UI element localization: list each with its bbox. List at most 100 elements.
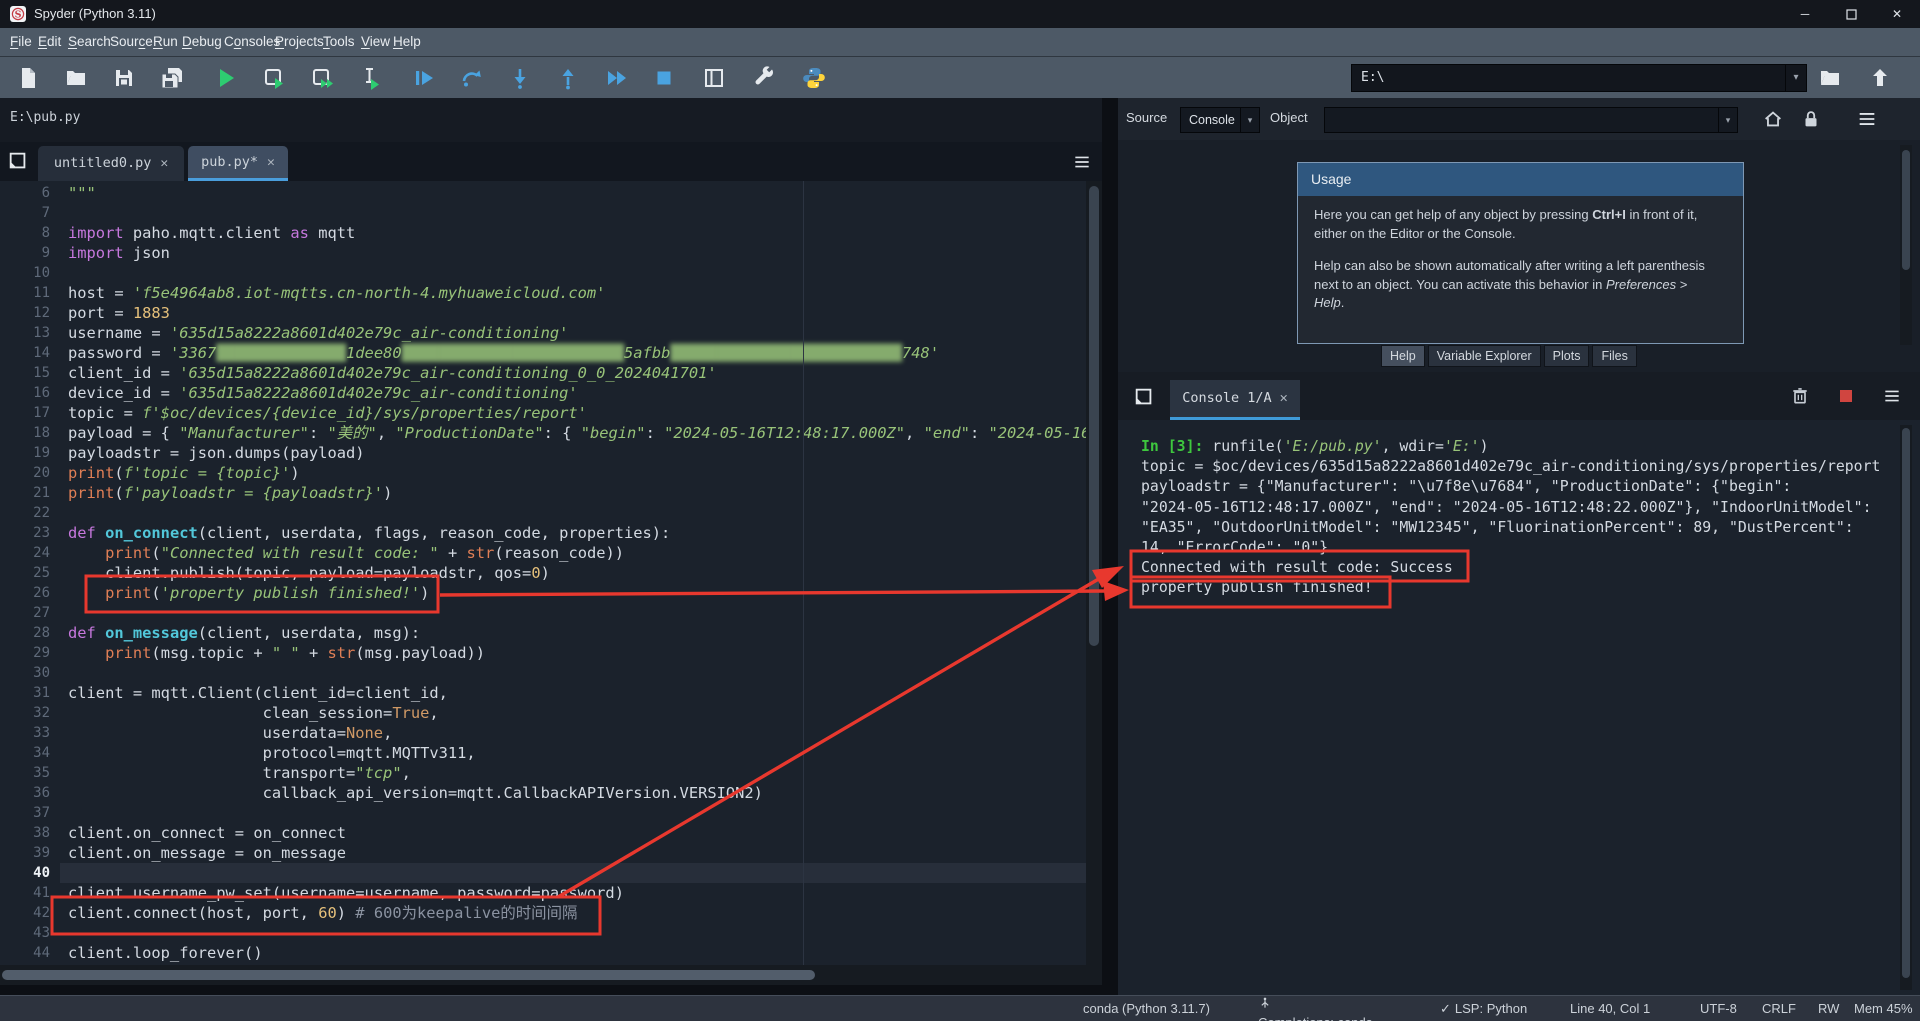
line-number[interactable]: 19 <box>0 443 60 463</box>
remove-variables-icon[interactable] <box>1790 386 1810 406</box>
pane-tab-plots[interactable]: Plots <box>1544 345 1590 367</box>
menu-item-file[interactable]: File <box>10 28 32 56</box>
maximize-pane-icon[interactable] <box>700 64 728 92</box>
debug-file-icon[interactable] <box>410 64 438 92</box>
line-number[interactable]: 28 <box>0 623 60 643</box>
line-number[interactable]: 12 <box>0 303 60 323</box>
open-file-icon[interactable] <box>62 64 90 92</box>
run-icon[interactable] <box>212 64 240 92</box>
new-file-icon[interactable] <box>14 64 42 92</box>
menu-item-source[interactable]: Source <box>110 28 153 56</box>
line-number[interactable]: 27 <box>0 603 60 623</box>
code-line-25[interactable]: 25 client.publish(topic, payload=payload… <box>0 563 1102 583</box>
code-line-14[interactable]: 14password = '3367██████████████1dee80██… <box>0 343 1102 363</box>
code-line-20[interactable]: 20print(f'topic = {topic}') <box>0 463 1102 483</box>
minimize-button[interactable]: ─ <box>1782 0 1828 28</box>
line-number[interactable]: 43 <box>0 923 60 943</box>
editor-tab-pub.py[interactable]: pub.py*✕ <box>188 146 288 181</box>
line-number[interactable]: 29 <box>0 643 60 663</box>
code-line-6[interactable]: 6""" <box>0 183 1102 203</box>
line-number[interactable]: 40 <box>0 863 60 883</box>
tab-close-icon[interactable]: ✕ <box>267 155 275 170</box>
code-line-30[interactable]: 30 <box>0 663 1102 683</box>
menu-item-debug[interactable]: Debug <box>182 28 222 56</box>
pane-tab-files[interactable]: Files <box>1592 345 1636 367</box>
code-line-8[interactable]: 8import paho.mqtt.client as mqtt <box>0 223 1102 243</box>
code-editor[interactable]: 6"""78import paho.mqtt.client as mqtt9im… <box>0 181 1102 965</box>
code-line-18[interactable]: 18payload = { "Manufacturer": "美的", "Pro… <box>0 423 1102 443</box>
help-scrollbar[interactable] <box>1900 145 1912 345</box>
save-icon[interactable] <box>110 64 138 92</box>
code-line-39[interactable]: 39client.on_message = on_message <box>0 843 1102 863</box>
menu-item-view[interactable]: View <box>361 28 390 56</box>
code-line-23[interactable]: 23def on_connect(client, userdata, flags… <box>0 523 1102 543</box>
menu-item-search[interactable]: Search <box>68 28 111 56</box>
home-icon[interactable] <box>1762 108 1784 130</box>
lock-icon[interactable] <box>1800 108 1822 130</box>
code-line-44[interactable]: 44client.loop_forever() <box>0 943 1102 963</box>
code-line-41[interactable]: 41client.username_pw_set(username=userna… <box>0 883 1102 903</box>
line-number[interactable]: 23 <box>0 523 60 543</box>
working-directory-combobox[interactable]: E:\ ▾ <box>1351 64 1807 92</box>
line-number[interactable]: 7 <box>0 203 60 223</box>
menu-item-help[interactable]: Help <box>393 28 421 56</box>
line-number[interactable]: 15 <box>0 363 60 383</box>
line-number[interactable]: 17 <box>0 403 60 423</box>
menu-item-tools[interactable]: Tools <box>323 28 355 56</box>
editor-horizontal-scrollbar[interactable] <box>0 965 1102 985</box>
line-number[interactable]: 14 <box>0 343 60 363</box>
code-line-33[interactable]: 33 userdata=None, <box>0 723 1102 743</box>
line-number[interactable]: 21 <box>0 483 60 503</box>
code-line-27[interactable]: 27 <box>0 603 1102 623</box>
help-object-combobox[interactable]: ▾ <box>1324 107 1738 133</box>
line-number[interactable]: 44 <box>0 943 60 963</box>
menu-item-projects[interactable]: Projects <box>275 28 324 56</box>
code-line-32[interactable]: 32 clean_session=True, <box>0 703 1102 723</box>
step-over-icon[interactable] <box>458 64 486 92</box>
code-line-17[interactable]: 17topic = f'$oc/devices/{device_id}/sys/… <box>0 403 1102 423</box>
code-line-15[interactable]: 15client_id = '635d15a8222a8601d402e79c_… <box>0 363 1102 383</box>
python-path-icon[interactable] <box>800 64 828 92</box>
code-line-29[interactable]: 29 print(msg.topic + " " + str(msg.paylo… <box>0 643 1102 663</box>
code-line-22[interactable]: 22 <box>0 503 1102 523</box>
code-line-10[interactable]: 10 <box>0 263 1102 283</box>
console-options-icon[interactable] <box>1882 386 1902 406</box>
line-number[interactable]: 30 <box>0 663 60 683</box>
pane-tab-help[interactable]: Help <box>1381 345 1425 367</box>
line-number[interactable]: 13 <box>0 323 60 343</box>
line-number[interactable]: 41 <box>0 883 60 903</box>
code-line-38[interactable]: 38client.on_connect = on_connect <box>0 823 1102 843</box>
line-number[interactable]: 32 <box>0 703 60 723</box>
run-cell-icon[interactable] <box>260 64 288 92</box>
close-button[interactable]: ✕ <box>1874 0 1920 28</box>
line-number[interactable]: 20 <box>0 463 60 483</box>
help-options-icon[interactable] <box>1856 108 1878 130</box>
line-number[interactable]: 11 <box>0 283 60 303</box>
pane-tab-variable-explorer[interactable]: Variable Explorer <box>1428 345 1541 367</box>
maximize-button[interactable] <box>1828 0 1874 28</box>
browse-tabs-icon[interactable] <box>1133 386 1155 408</box>
save-all-icon[interactable] <box>158 64 186 92</box>
code-line-12[interactable]: 12port = 1883 <box>0 303 1102 323</box>
stop-icon[interactable] <box>650 64 678 92</box>
code-line-9[interactable]: 9import json <box>0 243 1102 263</box>
line-number[interactable]: 37 <box>0 803 60 823</box>
code-line-35[interactable]: 35 transport="tcp", <box>0 763 1102 783</box>
tab-close-icon[interactable]: ✕ <box>1280 390 1288 406</box>
menu-item-consoles[interactable]: Consoles <box>224 28 280 56</box>
line-number[interactable]: 42 <box>0 903 60 923</box>
code-line-28[interactable]: 28def on_message(client, userdata, msg): <box>0 623 1102 643</box>
console-output[interactable]: In [3]: runfile('E:/pub.py', wdir='E:')t… <box>1141 437 1911 599</box>
code-line-7[interactable]: 7 <box>0 203 1102 223</box>
menu-item-run[interactable]: Run <box>153 28 178 56</box>
line-number[interactable]: 22 <box>0 503 60 523</box>
line-number[interactable]: 10 <box>0 263 60 283</box>
code-line-11[interactable]: 11host = 'f5e4964ab8.iot-mqtts.cn-north-… <box>0 283 1102 303</box>
line-number[interactable]: 18 <box>0 423 60 443</box>
code-line-34[interactable]: 34 protocol=mqtt.MQTTv311, <box>0 743 1102 763</box>
chevron-down-icon[interactable]: ▾ <box>1785 65 1806 91</box>
step-out-icon[interactable] <box>554 64 582 92</box>
line-number[interactable]: 38 <box>0 823 60 843</box>
preferences-icon[interactable] <box>750 64 778 92</box>
run-selection-icon[interactable] <box>356 64 384 92</box>
